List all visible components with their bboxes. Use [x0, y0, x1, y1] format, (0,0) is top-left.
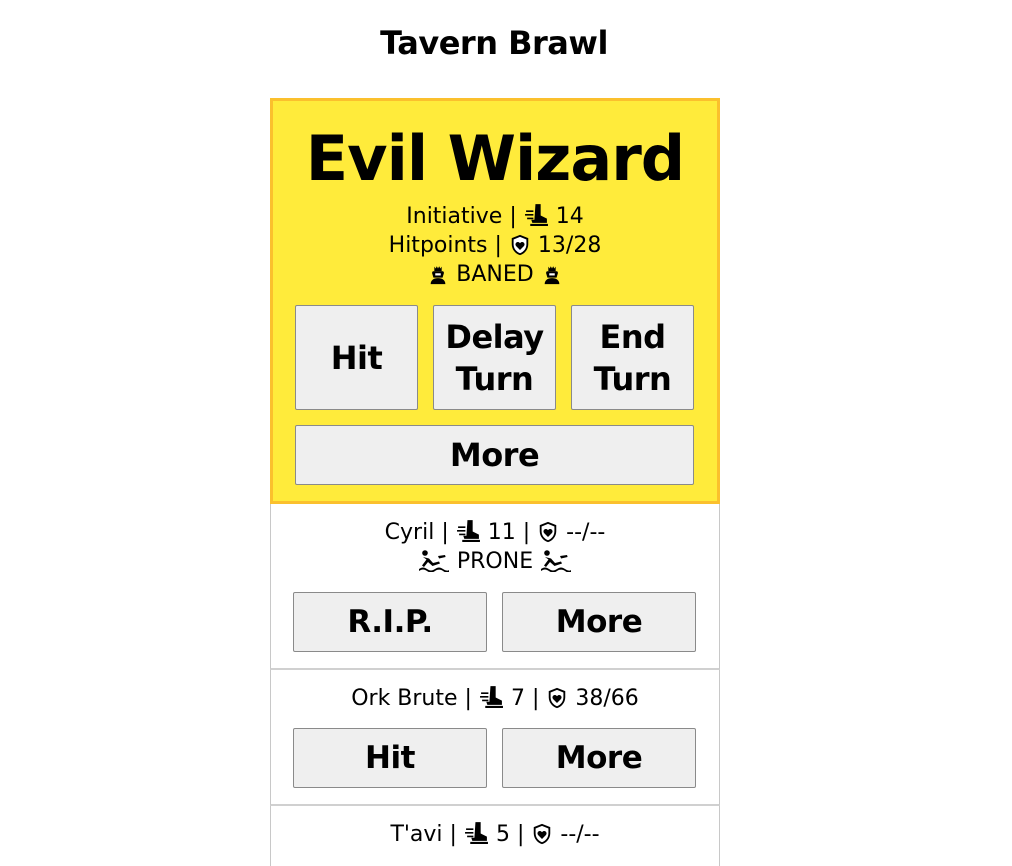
delay-turn-button[interactable]: Delay Turn: [433, 305, 556, 410]
active-condition-line: BANED: [273, 260, 717, 289]
separator: |: [441, 520, 449, 545]
winged-boot-icon: [456, 518, 481, 543]
combatant-row: T'avi | 5 | --/--: [270, 806, 720, 866]
initiative-label: Initiative |: [406, 204, 517, 229]
prone-swimmer-icon: [540, 548, 572, 572]
heart-shield-icon: [546, 687, 568, 709]
rip-button[interactable]: R.I.P.: [293, 592, 487, 652]
active-hitpoints-line: Hitpoints | 13/28: [273, 231, 717, 260]
heart-shield-icon: [509, 234, 531, 256]
hit-button[interactable]: Hit: [295, 305, 418, 410]
condition-label: BANED: [456, 262, 534, 287]
hitpoints-label: Hitpoints |: [388, 233, 502, 258]
hit-button[interactable]: Hit: [293, 728, 487, 788]
winged-boot-icon: [464, 820, 489, 845]
combatant-condition-line: PRONE: [271, 547, 719, 576]
combatant-name: Cyril: [384, 520, 435, 545]
more-button[interactable]: More: [295, 425, 694, 485]
combatant-hitpoints: 38/66: [575, 686, 639, 711]
separator: |: [531, 686, 540, 711]
end-turn-button[interactable]: End Turn: [571, 305, 694, 410]
active-combatant-card: Evil Wizard Initiative | 14 Hitpoints | …: [270, 98, 720, 504]
separator: |: [464, 686, 472, 711]
separator: |: [516, 822, 525, 847]
hooded-figure-icon: [541, 263, 563, 285]
combatant-initiative: 5: [495, 822, 510, 847]
combatant-list: Evil Wizard Initiative | 14 Hitpoints | …: [270, 98, 720, 866]
heart-shield-icon: [537, 521, 559, 543]
combatant-row: Ork Brute | 7 | 38/66 Hit More: [270, 670, 720, 806]
combatant-hitpoints: --/--: [566, 520, 606, 545]
combatant-initiative: 7: [510, 686, 525, 711]
combatant-initiative: 11: [487, 520, 516, 545]
initiative-value: 14: [555, 204, 584, 229]
active-combatant-name: Evil Wizard: [305, 122, 685, 195]
combatant-summary-line: T'avi | 5 | --/--: [271, 820, 719, 849]
winged-boot-icon: [524, 202, 549, 227]
hitpoints-value: 13/28: [537, 233, 602, 258]
page-title: Tavern Brawl: [380, 24, 608, 62]
condition-label: PRONE: [456, 549, 534, 574]
winged-boot-icon: [479, 684, 504, 709]
combatant-row: Cyril | 11 | --/-- PRONE R.I.P. More: [270, 504, 720, 670]
heart-shield-icon: [531, 823, 553, 845]
prone-swimmer-icon: [418, 548, 450, 572]
combatant-name: T'avi: [390, 822, 443, 847]
more-button[interactable]: More: [502, 728, 696, 788]
active-initiative-line: Initiative | 14: [273, 202, 717, 231]
separator: |: [449, 822, 457, 847]
combatant-summary-line: Cyril | 11 | --/--: [271, 518, 719, 547]
more-button[interactable]: More: [502, 592, 696, 652]
separator: |: [522, 520, 531, 545]
hooded-figure-icon: [427, 263, 449, 285]
combatant-summary-line: Ork Brute | 7 | 38/66: [271, 684, 719, 713]
combatant-hitpoints: --/--: [560, 822, 600, 847]
combatant-name: Ork Brute: [351, 686, 458, 711]
